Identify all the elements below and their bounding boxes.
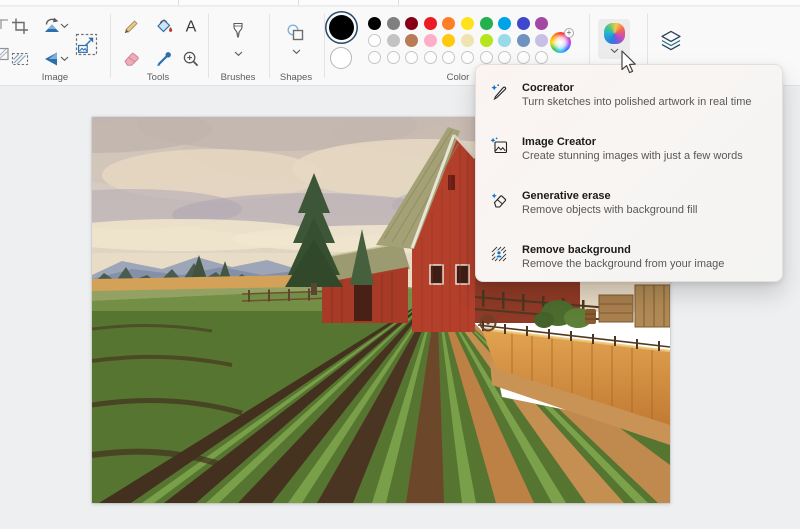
menu-item-remove-background[interactable]: Remove background Remove the background … <box>476 239 782 291</box>
text-tool-button[interactable]: A <box>179 14 203 38</box>
palette-color-swatch[interactable] <box>442 17 455 30</box>
cocreator-icon <box>490 83 509 102</box>
layers-icon <box>659 28 683 52</box>
remove-background-icon <box>490 245 509 264</box>
brush-icon <box>228 21 248 45</box>
palette-empty-slot[interactable] <box>480 51 493 64</box>
layers-button[interactable] <box>657 26 685 54</box>
menu-item-description: Turn sketches into polished artwork in r… <box>522 95 751 109</box>
separator <box>110 14 111 78</box>
separator <box>324 14 325 78</box>
edit-colors-plus-icon: + <box>564 28 574 38</box>
chevron-down-icon <box>292 49 301 55</box>
generative-erase-icon <box>490 191 509 210</box>
palette-color-swatch[interactable] <box>535 17 548 30</box>
menu-item-title: Cocreator <box>522 81 751 95</box>
color2-swatch[interactable] <box>330 47 352 69</box>
shapes-button[interactable] <box>280 14 312 64</box>
tab-edge <box>398 0 399 5</box>
separator <box>269 14 270 78</box>
select-button[interactable] <box>8 47 32 71</box>
menu-item-image-creator[interactable]: Image Creator Create stunning images wit… <box>476 131 782 183</box>
palette-color-swatch[interactable] <box>498 34 511 47</box>
palette-empty-slot[interactable] <box>535 51 548 64</box>
menu-item-description: Create stunning images with just a few w… <box>522 149 743 163</box>
color-picker-button[interactable] <box>152 47 176 71</box>
flip-button[interactable] <box>36 47 68 71</box>
text-glyph: A <box>186 19 197 36</box>
selection-icon <box>10 49 30 69</box>
tab-edge <box>298 0 299 5</box>
mouse-cursor <box>620 50 640 76</box>
window-top-strip <box>0 0 800 6</box>
brushes-button[interactable] <box>222 14 254 64</box>
palette-color-swatch[interactable] <box>424 17 437 30</box>
palette-color-swatch[interactable] <box>405 17 418 30</box>
text-tool-icon: A <box>181 16 201 36</box>
menu-item-description: Remove objects with background fill <box>522 203 697 217</box>
crop-button[interactable] <box>8 14 32 38</box>
palette-empty-slot[interactable] <box>498 51 511 64</box>
palette-empty-slot[interactable] <box>387 51 400 64</box>
menu-item-title: Remove background <box>522 243 724 257</box>
palette-empty-slot[interactable] <box>461 51 474 64</box>
rotate-icon <box>42 16 62 36</box>
palette-color-swatch[interactable] <box>424 34 437 47</box>
palette-empty-slot[interactable] <box>405 51 418 64</box>
palette-empty-slot[interactable] <box>442 51 455 64</box>
magnifier-button[interactable] <box>179 47 203 71</box>
color1-swatch[interactable] <box>329 15 354 40</box>
copilot-icon <box>604 23 625 44</box>
palette-color-swatch[interactable] <box>387 34 400 47</box>
chevron-down-icon <box>60 56 69 62</box>
tab-edge <box>178 0 179 5</box>
palette-color-swatch[interactable] <box>461 34 474 47</box>
shapes-icon <box>286 23 306 43</box>
flip-icon <box>42 49 62 69</box>
palette-color-swatch[interactable] <box>442 34 455 47</box>
chevron-down-icon <box>234 51 243 57</box>
pencil-button[interactable] <box>120 14 144 38</box>
paint-window: Image A <box>0 0 800 529</box>
palette-color-swatch[interactable] <box>480 34 493 47</box>
copilot-dropdown-menu: Cocreator Turn sketches into polished ar… <box>475 64 783 282</box>
palette-color-swatch[interactable] <box>498 17 511 30</box>
palette-empty-slot[interactable] <box>424 51 437 64</box>
chevron-down-icon <box>610 48 619 54</box>
palette-color-swatch[interactable] <box>517 17 530 30</box>
chevron-down-icon <box>60 23 69 29</box>
eyedropper-icon <box>154 49 174 69</box>
crop-icon <box>10 16 30 36</box>
eraser-icon <box>122 49 142 69</box>
separator <box>208 14 209 78</box>
menu-item-description: Remove the background from your image <box>522 257 724 271</box>
fill-button[interactable] <box>152 14 176 38</box>
palette-color-swatch[interactable] <box>368 17 381 30</box>
palette-color-swatch[interactable] <box>517 34 530 47</box>
image-creator-icon <box>490 137 509 156</box>
menu-item-title: Image Creator <box>522 135 743 149</box>
palette-color-swatch[interactable] <box>387 17 400 30</box>
pencil-icon <box>122 16 142 36</box>
palette-color-swatch[interactable] <box>480 17 493 30</box>
resize-icon <box>75 33 98 56</box>
resize-button[interactable] <box>73 31 100 58</box>
menu-item-cocreator[interactable]: Cocreator Turn sketches into polished ar… <box>476 77 782 129</box>
menu-item-generative-erase[interactable]: Generative erase Remove objects with bac… <box>476 185 782 237</box>
palette-color-swatch[interactable] <box>405 34 418 47</box>
fill-bucket-icon <box>154 16 174 36</box>
eraser-button[interactable] <box>120 47 144 71</box>
magnifier-icon <box>181 49 201 69</box>
palette-color-swatch[interactable] <box>461 17 474 30</box>
image-group-label: Image <box>15 72 95 84</box>
palette-empty-slot[interactable] <box>368 51 381 64</box>
palette-empty-slot[interactable] <box>517 51 530 64</box>
palette-color-swatch[interactable] <box>368 34 381 47</box>
rotate-button[interactable] <box>36 14 68 38</box>
tools-group-label: Tools <box>118 72 198 84</box>
menu-item-title: Generative erase <box>522 189 697 203</box>
palette-color-swatch[interactable] <box>535 34 548 47</box>
